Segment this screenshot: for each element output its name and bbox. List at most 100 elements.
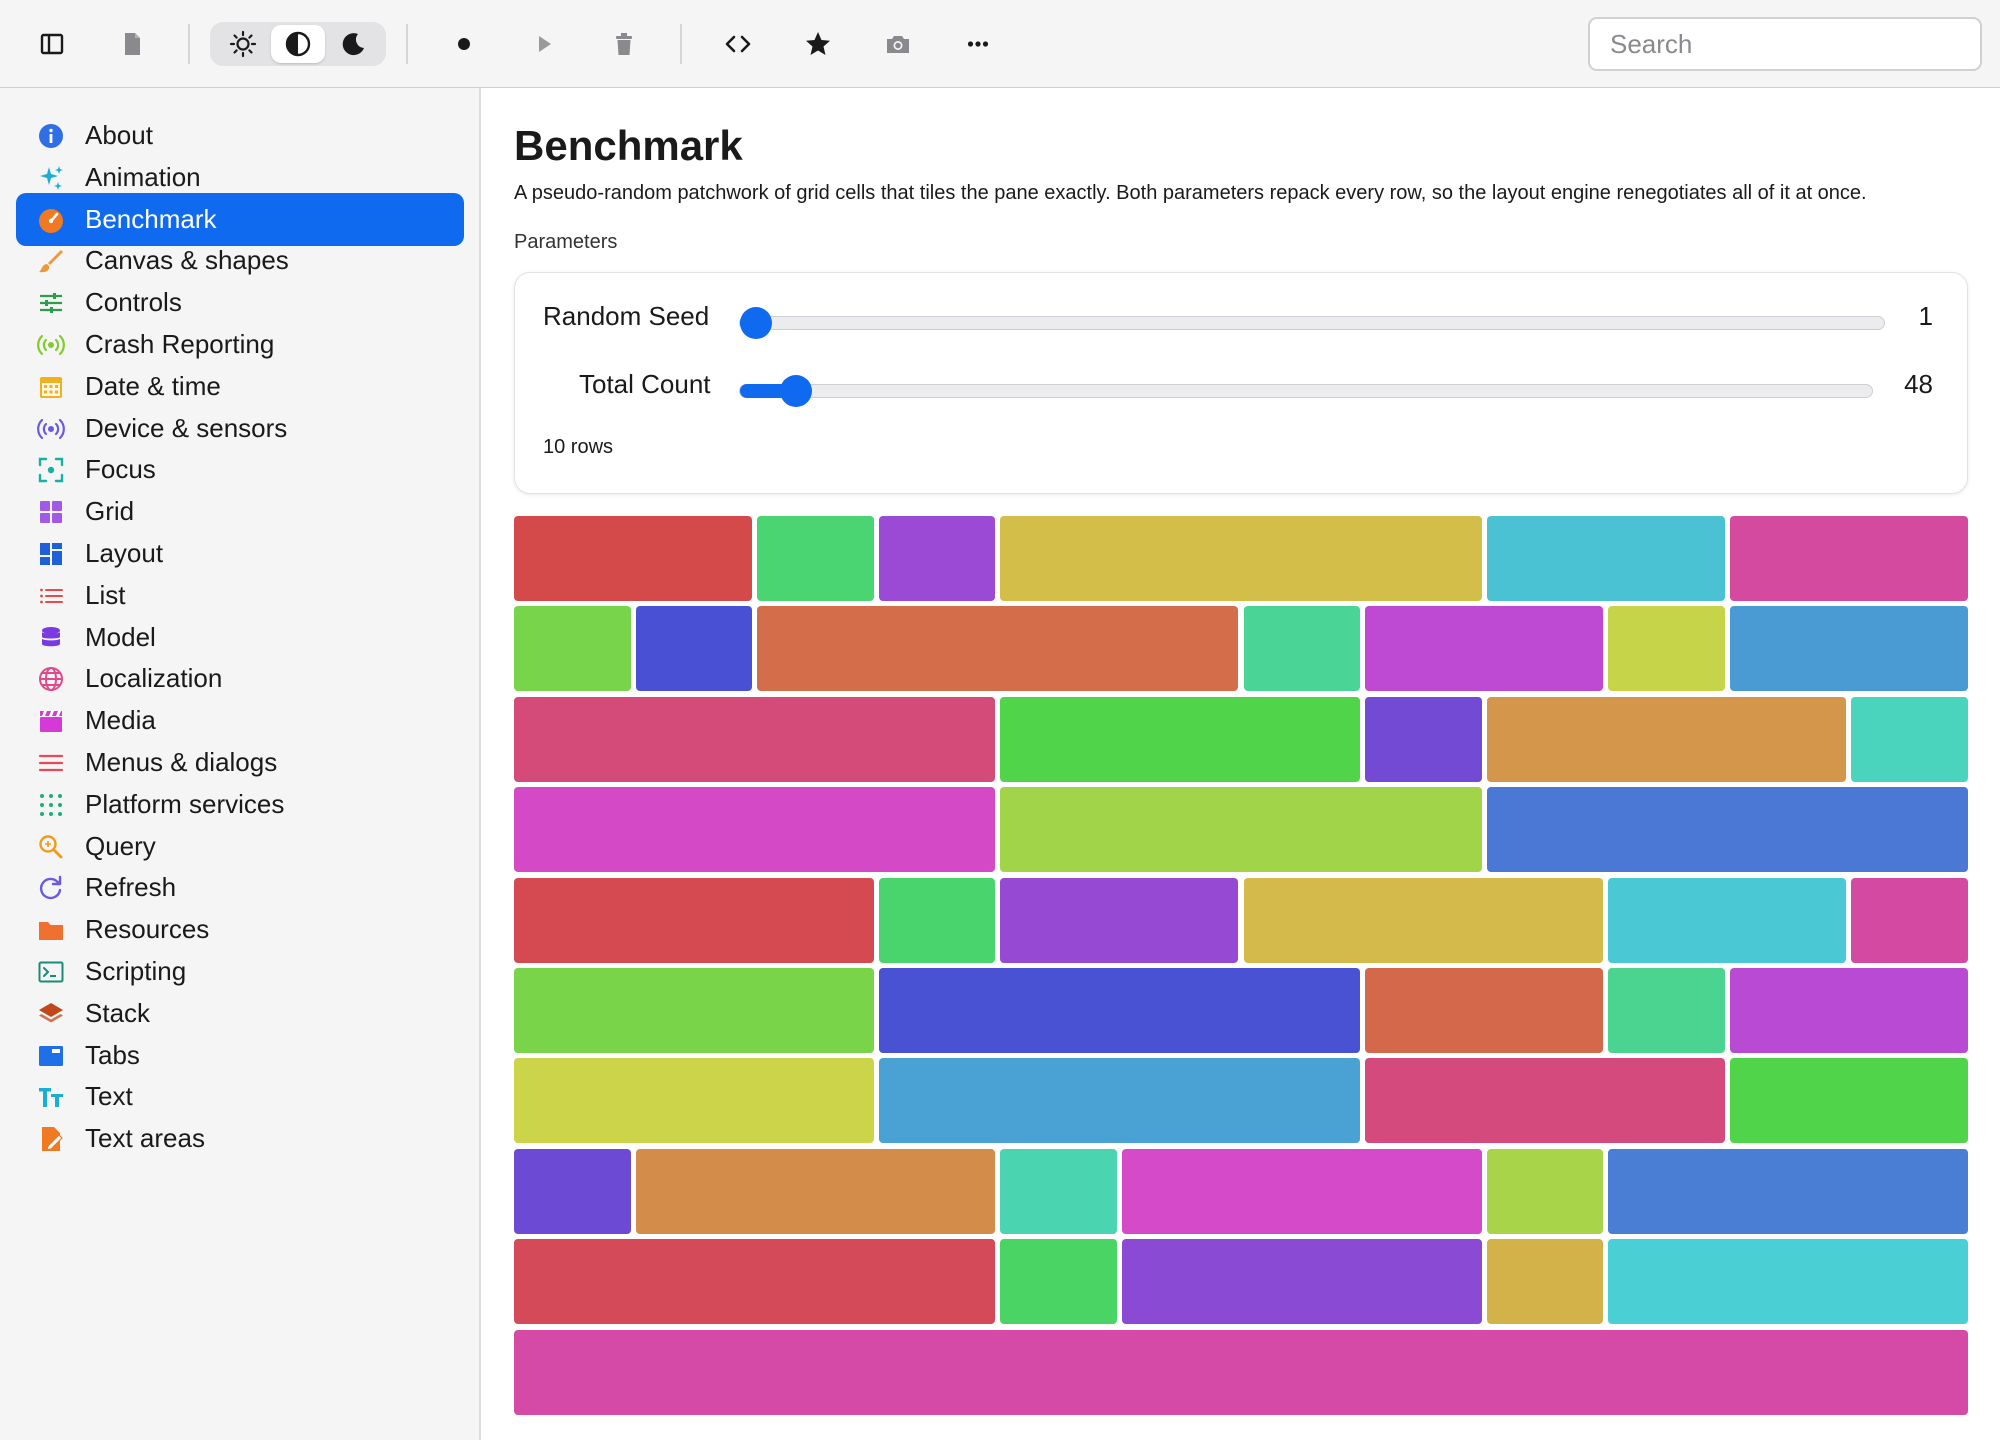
grid-cell bbox=[757, 606, 1239, 692]
sparkles-icon bbox=[36, 163, 66, 193]
sidebar-item-label: Focus bbox=[85, 454, 156, 485]
document-icon[interactable] bbox=[108, 20, 156, 68]
sidebar-item-label: Media bbox=[85, 705, 156, 736]
grid-cell bbox=[514, 606, 631, 692]
sidebar-item-label: Tabs bbox=[85, 1039, 140, 1070]
appearance-segmented-control bbox=[210, 22, 386, 66]
grid-cell bbox=[514, 968, 874, 1053]
grid-cell bbox=[514, 696, 996, 782]
grid-cell bbox=[514, 1239, 996, 1325]
folder-icon bbox=[36, 915, 66, 945]
grid-cell bbox=[878, 1058, 1361, 1144]
total-count-value: 48 bbox=[1904, 369, 1933, 399]
sidebar-item-label: Text bbox=[85, 1081, 133, 1112]
grid-cell bbox=[1729, 606, 1968, 692]
sidebar-item-label: Grid bbox=[85, 496, 135, 527]
grid-cell bbox=[1608, 1239, 1968, 1325]
benchmark-grid bbox=[514, 516, 1968, 1415]
dots-grid-icon bbox=[36, 790, 66, 820]
grid-cell bbox=[1486, 1148, 1604, 1234]
sidebar-item-label: Stack bbox=[85, 997, 151, 1028]
text-doc-icon bbox=[36, 1124, 66, 1154]
stack-icon bbox=[36, 999, 66, 1029]
grid-cell bbox=[1365, 606, 1604, 692]
grid-cell bbox=[1000, 1239, 1117, 1325]
moon-icon[interactable] bbox=[326, 25, 380, 63]
sidebar-item-label: Localization bbox=[85, 663, 223, 694]
sensor-icon bbox=[36, 414, 66, 444]
random-seed-value: 1 bbox=[1918, 301, 1933, 331]
grid-cell bbox=[1851, 696, 1968, 782]
toolbar-divider bbox=[680, 24, 682, 64]
broadcast-icon bbox=[36, 330, 66, 360]
toolbar-divider bbox=[406, 24, 408, 64]
list-icon bbox=[36, 581, 66, 611]
globe-icon bbox=[36, 664, 66, 694]
sun-icon[interactable] bbox=[216, 25, 270, 63]
calendar-icon bbox=[36, 372, 66, 402]
sidebar-item-label: Platform services bbox=[85, 788, 285, 819]
slider-thumb[interactable] bbox=[740, 307, 772, 339]
star-icon[interactable] bbox=[794, 20, 842, 68]
grid-cell bbox=[878, 877, 996, 963]
more-icon[interactable] bbox=[954, 20, 1002, 68]
info-icon bbox=[36, 121, 66, 151]
grid-cell bbox=[514, 1148, 631, 1234]
grid-cell bbox=[1243, 606, 1361, 692]
contrast-icon[interactable] bbox=[271, 25, 325, 63]
sidebar-item-label: Query bbox=[85, 830, 156, 861]
record-icon[interactable] bbox=[440, 20, 488, 68]
grid-cell bbox=[514, 787, 996, 873]
grid-cell bbox=[514, 1329, 1968, 1415]
random-seed-label: Random Seed bbox=[543, 301, 710, 331]
sidebar-item-label: Date & time bbox=[85, 370, 221, 401]
grid-cell bbox=[1243, 877, 1604, 963]
slider-thumb[interactable] bbox=[779, 375, 812, 407]
toolbar-divider bbox=[188, 24, 190, 64]
grid-cell bbox=[1000, 516, 1482, 601]
trash-icon[interactable] bbox=[600, 20, 648, 68]
grid-cell bbox=[1365, 968, 1604, 1053]
sidebar-item-label: Menus & dialogs bbox=[85, 747, 278, 777]
sidebar-item-label: Device & sensors bbox=[85, 412, 288, 443]
code-icon[interactable] bbox=[714, 20, 762, 68]
grid-cell bbox=[1608, 606, 1725, 692]
sidebar-toggle-icon[interactable] bbox=[28, 20, 76, 68]
sidebar-item-label: Scripting bbox=[85, 956, 187, 986]
total-count-slider[interactable] bbox=[739, 375, 1873, 407]
play-icon[interactable] bbox=[520, 20, 568, 68]
grid-cell bbox=[1608, 877, 1847, 963]
grid-cell bbox=[1486, 516, 1725, 601]
grid-cell bbox=[1729, 1058, 1968, 1144]
sidebar-item-label: Controls bbox=[85, 287, 182, 318]
random-seed-slider[interactable] bbox=[739, 307, 1885, 339]
total-count-label: Total Count bbox=[579, 369, 711, 399]
grid-cell bbox=[1000, 1148, 1117, 1234]
camera-icon[interactable] bbox=[874, 20, 922, 68]
sidebar-item-label: Animation bbox=[85, 161, 201, 192]
sidebar-item-text-areas[interactable]: Text areas bbox=[16, 1112, 464, 1165]
page-description: A pseudo-random patchwork of grid cells … bbox=[514, 182, 1867, 204]
text-icon bbox=[36, 1082, 66, 1112]
clapper-icon bbox=[36, 706, 66, 736]
grid-cell bbox=[1000, 787, 1482, 873]
grid-cell bbox=[1608, 968, 1725, 1053]
grid-cell bbox=[1000, 877, 1239, 963]
grid-cell bbox=[1486, 787, 1968, 873]
tabs-icon bbox=[36, 1041, 66, 1071]
gauge-icon bbox=[36, 205, 66, 235]
grid-cell bbox=[878, 516, 996, 601]
brush-icon bbox=[36, 246, 66, 276]
grid-cell bbox=[635, 1148, 996, 1234]
sidebar-item-label: Canvas & shapes bbox=[85, 245, 289, 276]
sidebar-item-label: Layout bbox=[85, 538, 164, 568]
grid-cell bbox=[1608, 1148, 1968, 1234]
main-content: Benchmark A pseudo-random patchwork of g… bbox=[483, 88, 2000, 1440]
grid-cell bbox=[635, 606, 753, 692]
grid-cell bbox=[514, 877, 874, 963]
search-input[interactable] bbox=[1588, 17, 1982, 71]
sidebar: About Animation Benchmark Canvas & shapes Co… bbox=[0, 88, 481, 1440]
terminal-icon bbox=[36, 957, 66, 987]
grid-cell bbox=[514, 1058, 874, 1144]
grid-cell bbox=[1121, 1148, 1482, 1234]
